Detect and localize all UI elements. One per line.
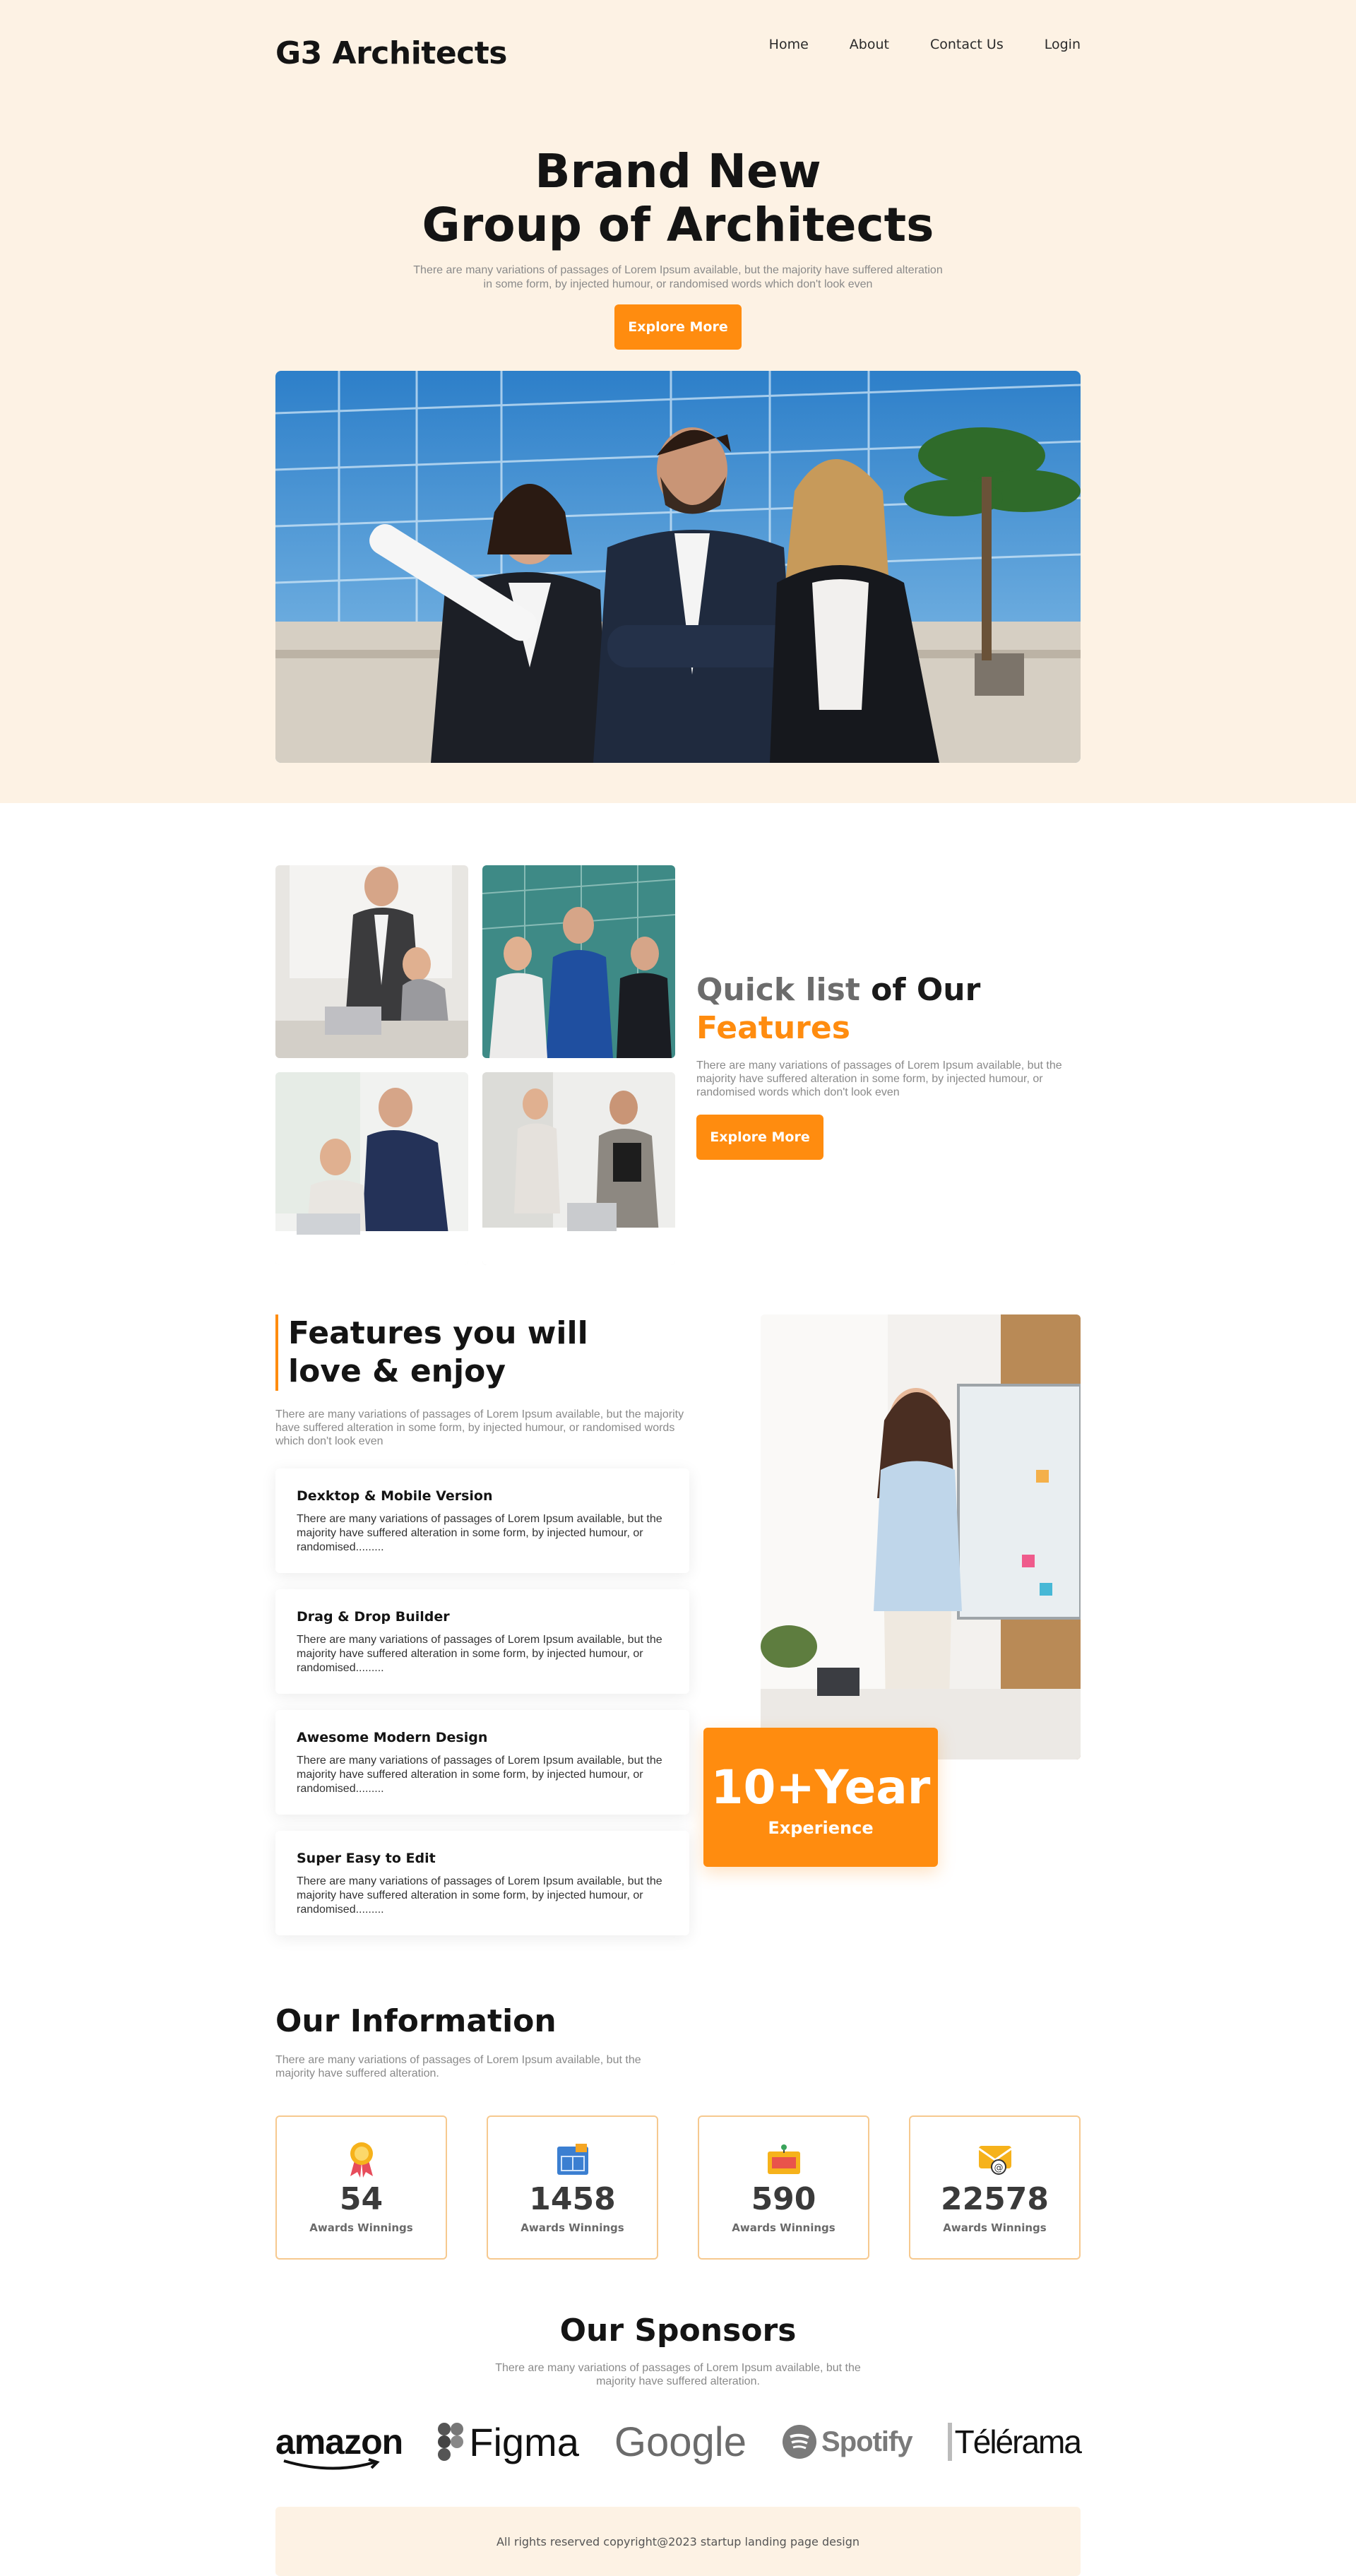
sponsors-section: Our Sponsors There are many variations o… — [275, 2313, 1082, 2576]
presenter-photo — [761, 1314, 1081, 1759]
experience-label: Experience — [768, 1818, 874, 1838]
spotify-logo[interactable]: Spotify — [782, 2424, 913, 2459]
information-subtitle: There are many variations of passages of… — [275, 2054, 641, 2079]
office-meeting-photo — [275, 865, 468, 1058]
quick-list-section: Quick list of Our Features There are man… — [275, 803, 1081, 1265]
feature-card-title: Super Easy to Edit — [297, 1851, 436, 1866]
nav-contact-link[interactable]: Contact Us — [930, 37, 1004, 52]
stat-value: 590 — [751, 2181, 816, 2217]
stat-label: Awards Winnings — [943, 2221, 1047, 2234]
nav-home-link[interactable]: Home — [769, 37, 809, 52]
quick-explore-button[interactable]: Explore More — [696, 1114, 823, 1160]
features-section: Features you will love & enjoy There are… — [275, 1314, 1081, 1950]
hero-title: Brand New Group of Architects — [275, 145, 1081, 252]
features-title-line1: Features you will — [288, 1315, 588, 1351]
stat-card: 54 Awards Winnings — [275, 2115, 447, 2260]
photo-grid — [275, 865, 675, 1265]
stat-value: 1458 — [529, 2181, 616, 2217]
spotify-logo-text: Spotify — [821, 2426, 913, 2457]
nav-menu: Home About Contact Us Login — [769, 37, 1081, 52]
features-subtitle: There are many variations of passages of… — [275, 1408, 684, 1447]
hero-subtitle: There are many variations of passages of… — [413, 264, 943, 290]
hero-title-line2: Group of Architects — [422, 198, 934, 252]
site-logo[interactable]: G3 Architects — [275, 35, 507, 71]
amazon-logo[interactable]: amazon — [275, 2421, 403, 2470]
stat-label: Awards Winnings — [732, 2221, 835, 2234]
feature-card-title: Dexktop & Mobile Version — [297, 1488, 493, 1504]
top-nav: G3 Architects Home About Contact Us Logi… — [275, 0, 1081, 106]
quick-title-orange: Features — [696, 1009, 850, 1046]
experience-years: 10+Year — [710, 1760, 931, 1815]
sponsors-title: Our Sponsors — [559, 2313, 797, 2349]
spotify-icon — [783, 2425, 817, 2459]
quick-title-dark: of Our — [860, 971, 981, 1008]
quick-title-gray: Quick list — [696, 971, 860, 1008]
stat-label: Awards Winnings — [309, 2221, 413, 2234]
feature-card[interactable]: Super Easy to Edit There are many variat… — [275, 1831, 689, 1935]
blueprint-icon — [488, 2141, 657, 2178]
quick-list-title: Quick list of Our Features — [696, 971, 1081, 1047]
stats-row: 54 Awards Winnings 1458 Awards Winnings … — [275, 2115, 1081, 2260]
nav-about-link[interactable]: About — [850, 37, 889, 52]
award-ribbon-icon — [277, 2141, 446, 2178]
telerama-logo[interactable]: Télérama — [947, 2423, 1082, 2461]
stat-card: 590 Awards Winnings — [698, 2115, 869, 2260]
feature-card-text: There are many variations of passages of… — [297, 1875, 662, 1916]
feature-card-title: Awesome Modern Design — [297, 1730, 488, 1745]
feature-card[interactable]: Drag & Drop Builder There are many varia… — [275, 1589, 689, 1694]
certificate-icon — [699, 2141, 868, 2178]
hero-explore-button[interactable]: Explore More — [614, 304, 742, 350]
quick-list-subtitle: There are many variations of passages of… — [696, 1059, 1062, 1098]
quick-list-text: Quick list of Our Features There are man… — [696, 971, 1081, 1160]
amazon-logo-text: amazon — [275, 2422, 403, 2462]
figma-icon — [438, 2423, 464, 2461]
hero-title-line1: Brand New — [535, 144, 821, 198]
information-section: Our Information There are many variation… — [275, 2003, 1081, 2260]
features-title: Features you will love & enjoy — [275, 1314, 629, 1391]
stat-label: Awards Winnings — [521, 2221, 624, 2234]
stat-card: 1458 Awards Winnings — [487, 2115, 658, 2260]
figma-logo[interactable]: Figma — [438, 2419, 579, 2465]
feature-card[interactable]: Awesome Modern Design There are many var… — [275, 1710, 689, 1815]
team-outdoor-photo — [482, 865, 675, 1058]
figma-logo-text: Figma — [469, 2419, 579, 2464]
desk-collaboration-photo — [275, 1072, 468, 1265]
svg-text:@: @ — [994, 2163, 1003, 2173]
feature-card[interactable]: Dexktop & Mobile Version There are many … — [275, 1468, 689, 1573]
email-icon: @ — [910, 2141, 1079, 2178]
experience-badge: 10+Year Experience — [703, 1728, 938, 1867]
stat-value: 54 — [339, 2181, 383, 2217]
feature-card-title: Drag & Drop Builder — [297, 1609, 450, 1625]
site-footer: All rights reserved copyright@2023 start… — [275, 2507, 1081, 2576]
hero-team-photo — [275, 371, 1081, 763]
sponsor-logos: amazon Figma Google Spotify Télérama — [275, 2418, 1082, 2470]
information-title: Our Information — [275, 2003, 557, 2039]
google-logo[interactable]: Google — [614, 2418, 747, 2466]
stat-card: @ 22578 Awards Winnings — [909, 2115, 1081, 2260]
sponsors-subtitle: There are many variations of passages of… — [495, 2362, 861, 2387]
hero-section: G3 Architects Home About Contact Us Logi… — [0, 0, 1356, 803]
nav-login-link[interactable]: Login — [1045, 37, 1081, 52]
stat-value: 22578 — [940, 2181, 1049, 2217]
feature-card-text: There are many variations of passages of… — [297, 1634, 662, 1674]
feature-card-text: There are many variations of passages of… — [297, 1513, 662, 1553]
footer-copyright: All rights reserved copyright@2023 start… — [496, 2534, 860, 2548]
features-title-line2: love & enjoy — [288, 1353, 506, 1389]
feature-card-text: There are many variations of passages of… — [297, 1755, 662, 1795]
handshake-photo — [482, 1072, 675, 1265]
